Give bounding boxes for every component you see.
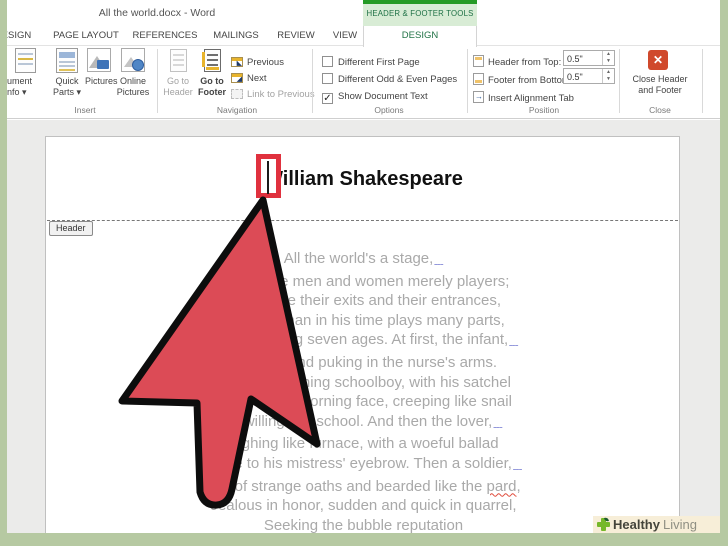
quick-parts-button[interactable]: Quick Parts ▾ [49,48,85,98]
healthy-living-plus-icon [597,517,610,531]
contextual-tab-label: HEADER & FOOTER TOOLS [366,9,474,18]
poem-line: Unwillingly to school. And then the love… [46,412,681,435]
window-edge-right [720,0,728,546]
show-document-text-checkbox[interactable]: ✓ Show Document Text [322,86,428,104]
go-to-header-button[interactable]: Go to Header [161,49,195,98]
checkbox-icon[interactable] [322,73,333,84]
checkbox-icon[interactable] [322,56,333,67]
footer-from-bottom-row: Footer from Bottom: [473,70,572,88]
next-icon: ◢ [231,73,243,83]
document-title: All the world.docx - Word [98,7,216,19]
quick-parts-icon [56,48,78,73]
document-info-button[interactable]: ument nfo ▾ [7,48,45,98]
online-pictures-button[interactable]: Online Pictures [113,48,153,98]
document-body-text[interactable]: All the world's a stage, And all the men… [46,249,681,546]
options-group-label: Options [374,105,404,115]
header-from-top-row: Header from Top: [473,52,561,70]
contextual-tab-header: HEADER & FOOTER TOOLS [363,0,477,26]
checkbox-checked-icon[interactable]: ✓ [322,93,333,104]
link-to-previous-button[interactable]: Link to Previous [231,84,315,102]
window-edge-left [0,0,7,546]
title-bar: All the world.docx - Word HEADER & FOOTE… [7,0,720,26]
go-to-footer-button[interactable]: Go to Footer [196,49,228,98]
group-separator [157,49,158,113]
poem-line: And all the men and women merely players… [217,272,510,290]
poem-line: Made to his mistress' eyebrow. Then a so… [46,454,681,477]
document-area: William Shakespeare Header All the world… [7,120,720,546]
text-cursor [267,161,269,194]
poem-line: All the world's a stage, [46,249,681,272]
grammar-squiggle-icon [512,455,522,472]
close-group-label: Close [649,105,671,115]
tab-review[interactable]: REVIEW [269,26,323,46]
footer-from-bottom-icon [473,73,484,85]
poem-line: And one man in his time plays many parts… [222,311,505,329]
insert-group-label: Insert [74,105,96,115]
navigation-group-label: Navigation [216,105,258,115]
header-title-text[interactable]: William Shakespeare [46,168,681,191]
header-boundary-dotted-line [47,220,678,221]
poem-line-pard: Full of strange oaths and bearded like t… [206,477,521,495]
document-info-icon [15,48,36,73]
insert-alignment-tab-icon [473,91,484,103]
tab-design-cut[interactable]: DESIGN [7,26,41,46]
tab-mailings[interactable]: MAILINGS [203,26,269,46]
online-pictures-icon [121,48,145,72]
poem-line: Then the whining schoolboy, with his sat… [216,373,511,391]
position-group-label: Position [528,105,560,115]
tab-design-active[interactable]: DESIGN [363,26,477,47]
ribbon-tab-row: DESIGN PAGE LAYOUT REFERENCES MAILINGS R… [7,26,720,47]
tab-view[interactable]: VIEW [323,26,367,46]
insert-alignment-tab-button[interactable]: Insert Alignment Tab [473,88,574,106]
poem-line: And shining morning face, creeping like … [215,393,512,411]
different-first-page-checkbox[interactable]: Different First Page [322,52,420,68]
header-from-top-icon [473,55,484,67]
header-from-top-input[interactable]: 0.5" ▲ ▼ [563,50,615,66]
footer-from-bottom-input[interactable]: 0.5" ▲ ▼ [563,68,615,84]
spinner-buttons[interactable]: ▲ ▼ [602,51,614,65]
grammar-squiggle-icon [433,250,443,267]
grammar-squiggle-icon [508,331,518,348]
poem-line: Jealous in honor, sudden and quick in qu… [210,497,517,515]
go-to-footer-icon [201,49,221,72]
group-separator [467,49,468,113]
healthy-living-logo: Healthy Living [593,516,720,533]
poem-line: His acts being seven ages. At first, the… [46,330,681,353]
spellcheck-word: pard [486,477,517,495]
go-to-header-icon [169,49,187,72]
pictures-icon [87,48,111,72]
previous-icon: ◣ [231,57,243,67]
ribbon: ument nfo ▾ Quick Parts ▾ Pictures Onlin… [7,46,720,119]
poem-line: Mewling and puking in the nurse's arms. [229,353,498,371]
window-edge-bottom [0,533,728,546]
spinner-buttons[interactable]: ▲ ▼ [602,69,614,83]
word-window: All the world.docx - Word HEADER & FOOTE… [0,0,728,546]
tab-page-layout[interactable]: PAGE LAYOUT [45,26,127,46]
close-header-footer-button[interactable]: ✕ Close Header and Footer [620,46,700,96]
group-separator [312,49,313,113]
poem-line: Sighing like furnace, with a woeful ball… [228,435,499,453]
poem-line: They have their exits and their entrance… [225,292,502,310]
tab-references[interactable]: REFERENCES [127,26,203,46]
close-icon: ✕ [648,50,668,70]
link-to-previous-icon [231,89,243,99]
different-odd-even-checkbox[interactable]: Different Odd & Even Pages [322,69,457,85]
group-separator [702,49,703,113]
pictures-button[interactable]: Pictures [85,48,118,87]
grammar-squiggle-icon [492,413,502,430]
document-page[interactable]: William Shakespeare Header All the world… [45,136,681,546]
header-tag-badge: Header [49,221,93,236]
